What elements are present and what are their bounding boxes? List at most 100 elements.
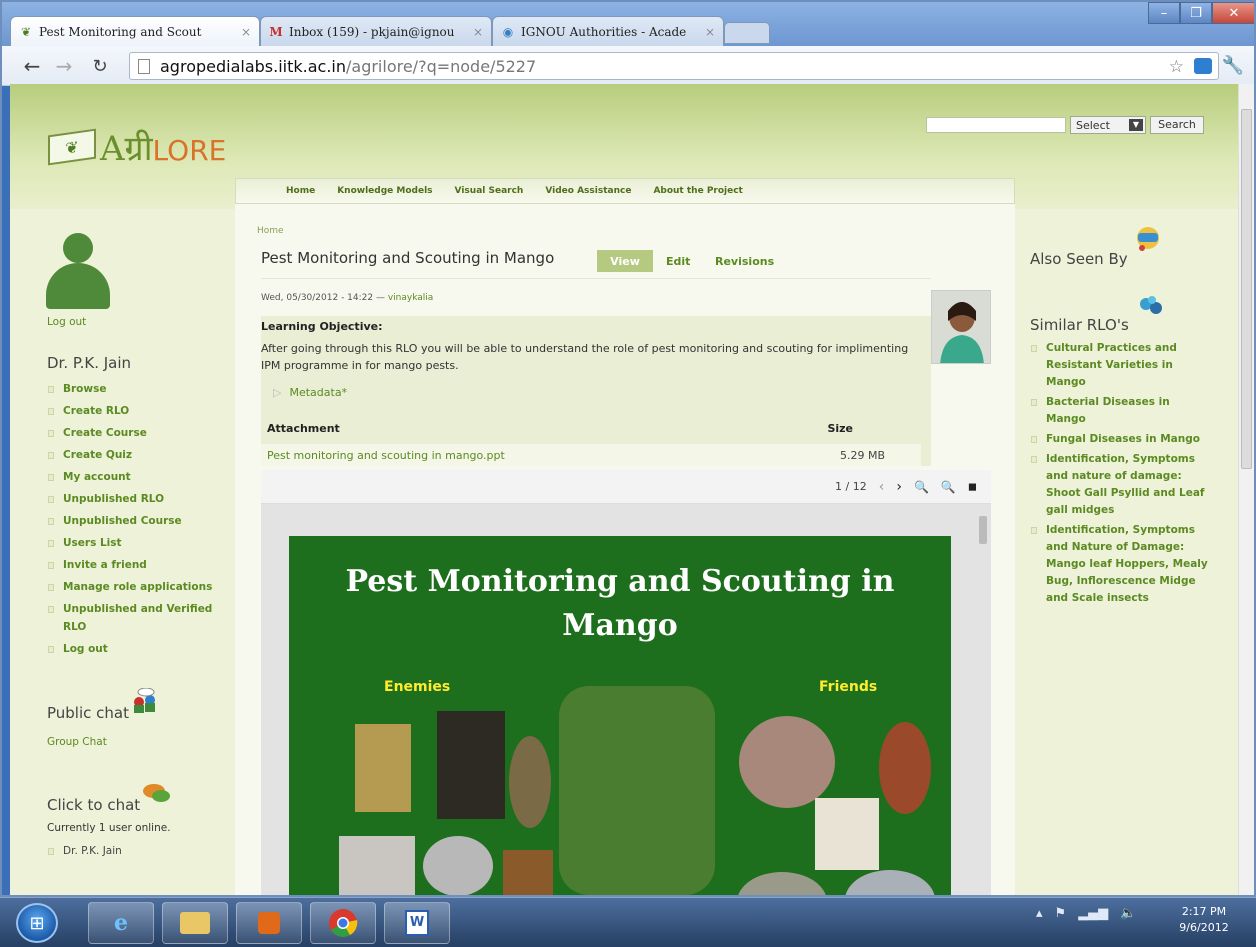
tab-revisions[interactable]: Revisions	[715, 250, 774, 272]
predator-photo	[845, 870, 935, 895]
next-page-icon[interactable]: ›	[896, 479, 902, 495]
people-chat-icon	[130, 687, 158, 713]
site-search-input[interactable]	[926, 117, 1066, 133]
menu-create-course[interactable]: Create Course	[47, 422, 217, 444]
author-link[interactable]: vinaykalia	[388, 293, 433, 303]
menu-unpublished-verified-rlo[interactable]: Unpublished and Verified RLO	[47, 598, 217, 638]
close-icon[interactable]: ×	[705, 25, 715, 39]
attachment-link[interactable]: Pest monitoring and scouting in mango.pp…	[267, 449, 505, 462]
fullscreen-icon[interactable]: ◼	[968, 480, 977, 493]
ie-icon[interactable]: e	[88, 902, 154, 944]
tab-ignou[interactable]: ◉ IGNOU Authorities - Acade ×	[492, 16, 724, 46]
page-scrollbar[interactable]	[1238, 84, 1254, 895]
tab-pest-monitoring[interactable]: ❦ Pest Monitoring and Scout ×	[10, 16, 260, 46]
menu-unpublished-course[interactable]: Unpublished Course	[47, 510, 217, 532]
minimize-button[interactable]: –	[1148, 2, 1180, 24]
pest-photo	[437, 711, 505, 819]
logout-link-top[interactable]: Log out	[47, 316, 86, 328]
nav-visual-search[interactable]: Visual Search	[455, 186, 524, 196]
menu-manage-role-applications[interactable]: Manage role applications	[47, 576, 217, 598]
zoom-in-icon[interactable]: 🔍	[941, 480, 956, 494]
address-bar[interactable]: agropedialabs.iitk.ac.in/agrilore/?q=nod…	[129, 52, 1219, 80]
menu-log-out[interactable]: Log out	[47, 638, 217, 660]
volume-icon[interactable]: 🔈	[1120, 906, 1136, 921]
nav-about[interactable]: About the Project	[653, 186, 742, 196]
group-chat-link[interactable]: Group Chat	[47, 736, 107, 748]
zoom-out-icon[interactable]: 🔍	[914, 480, 929, 494]
show-hidden-icon[interactable]: ▴	[1036, 906, 1043, 921]
nav-video-assistance[interactable]: Video Assistance	[545, 186, 631, 196]
tab-inbox[interactable]: M Inbox (159) - pkjain@ignou ×	[260, 16, 492, 46]
pest-photo	[509, 736, 551, 828]
close-icon[interactable]: ×	[473, 25, 483, 39]
globe-icon: ◉	[502, 24, 514, 39]
also-seen-heading: Also Seen By	[1030, 250, 1128, 268]
main-nav: Home Knowledge Models Visual Search Vide…	[235, 178, 1015, 204]
clock[interactable]: 2:17 PM 9/6/2012	[1164, 904, 1244, 936]
menu-invite-friend[interactable]: Invite a friend	[47, 554, 217, 576]
search-button[interactable]: Search	[1150, 116, 1204, 134]
pest-photo	[339, 836, 415, 895]
flag-icon[interactable]: ⚑	[1055, 906, 1067, 921]
media-player-icon[interactable]	[236, 902, 302, 944]
tab-label: Inbox (159) - pkjain@ignou	[289, 24, 455, 39]
url-path: /agrilore/?q=node/5227	[346, 56, 537, 76]
menu-unpublished-rlo[interactable]: Unpublished RLO	[47, 488, 217, 510]
tab-edit[interactable]: Edit	[666, 250, 690, 272]
new-tab-button[interactable]	[724, 22, 770, 44]
user-name: Dr. P.K. Jain	[47, 354, 132, 372]
url-host: agropedialabs.iitk.ac.in	[160, 56, 346, 76]
divider	[261, 278, 931, 279]
scrollbar-thumb[interactable]	[1241, 109, 1252, 469]
word-icon[interactable]: W	[384, 902, 450, 944]
network-icon[interactable]: ▂▄▆	[1078, 906, 1108, 921]
extension-icon[interactable]	[1194, 58, 1212, 74]
list-item[interactable]: Identification, Symptoms and nature of d…	[1030, 451, 1210, 519]
close-window-button[interactable]: ✕	[1212, 2, 1254, 24]
nav-knowledge-models[interactable]: Knowledge Models	[337, 186, 432, 196]
online-count: Currently 1 user online.	[47, 822, 171, 834]
document-viewer-toolbar: 1 / 12 ‹ › 🔍 🔍 ◼	[261, 470, 991, 504]
book-leaf-icon: ❦	[48, 128, 96, 166]
list-item[interactable]: Cultural Practices and Resistant Varieti…	[1030, 340, 1210, 391]
people-icon	[1136, 294, 1170, 320]
table-row: Pest monitoring and scouting in mango.pp…	[261, 444, 921, 466]
breadcrumb[interactable]: Home	[257, 226, 284, 236]
pest-photo	[423, 836, 493, 895]
search-type-select[interactable]: Select ▼	[1070, 116, 1146, 134]
back-icon[interactable]: ←	[20, 54, 44, 78]
ladybird-photo	[879, 722, 931, 814]
forward-icon[interactable]: →	[52, 54, 76, 78]
bookmark-star-icon[interactable]: ☆	[1169, 57, 1184, 77]
wrench-icon[interactable]: 🔧	[1222, 55, 1244, 76]
menu-browse[interactable]: Browse	[47, 378, 217, 400]
agrilore-favicon-icon: ❦	[20, 24, 32, 39]
title-bar: ❦ Pest Monitoring and Scout × M Inbox (1…	[2, 2, 1254, 46]
chat-bubble-icon	[142, 782, 170, 804]
attachment-table-header: Attachment Size	[261, 422, 921, 444]
chrome-icon[interactable]	[310, 902, 376, 944]
nav-home[interactable]: Home	[286, 186, 315, 196]
close-icon[interactable]: ×	[241, 25, 251, 39]
prev-page-icon[interactable]: ‹	[879, 479, 885, 495]
list-item[interactable]: Identification, Symptoms and Nature of D…	[1030, 522, 1210, 607]
menu-users-list[interactable]: Users List	[47, 532, 217, 554]
list-item[interactable]: Bacterial Diseases in Mango	[1030, 394, 1210, 428]
menu-create-quiz[interactable]: Create Quiz	[47, 444, 217, 466]
metadata-toggle[interactable]: ▷ Metadata*	[273, 386, 347, 399]
list-item[interactable]: Fungal Diseases in Mango	[1030, 431, 1210, 448]
objective-label: Learning Objective:	[261, 320, 383, 333]
similar-rlo-heading: Similar RLO's	[1030, 316, 1129, 334]
system-tray: ▴ ⚑ ▂▄▆ 🔈	[1036, 906, 1136, 921]
explorer-icon[interactable]	[162, 902, 228, 944]
menu-my-account[interactable]: My account	[47, 466, 217, 488]
online-user-item[interactable]: Dr. P.K. Jain	[47, 840, 122, 862]
reload-icon[interactable]: ↻	[88, 54, 112, 78]
tab-view[interactable]: View	[597, 250, 653, 272]
menu-create-rlo[interactable]: Create RLO	[47, 400, 217, 422]
public-chat-heading: Public chat	[47, 704, 129, 722]
start-button[interactable]: ⊞	[16, 903, 58, 943]
maximize-button[interactable]: ❐	[1180, 2, 1212, 24]
agrilore-logo[interactable]: ❦ Aग्रीLORE	[48, 124, 226, 170]
viewer-scrollbar[interactable]	[979, 516, 987, 544]
